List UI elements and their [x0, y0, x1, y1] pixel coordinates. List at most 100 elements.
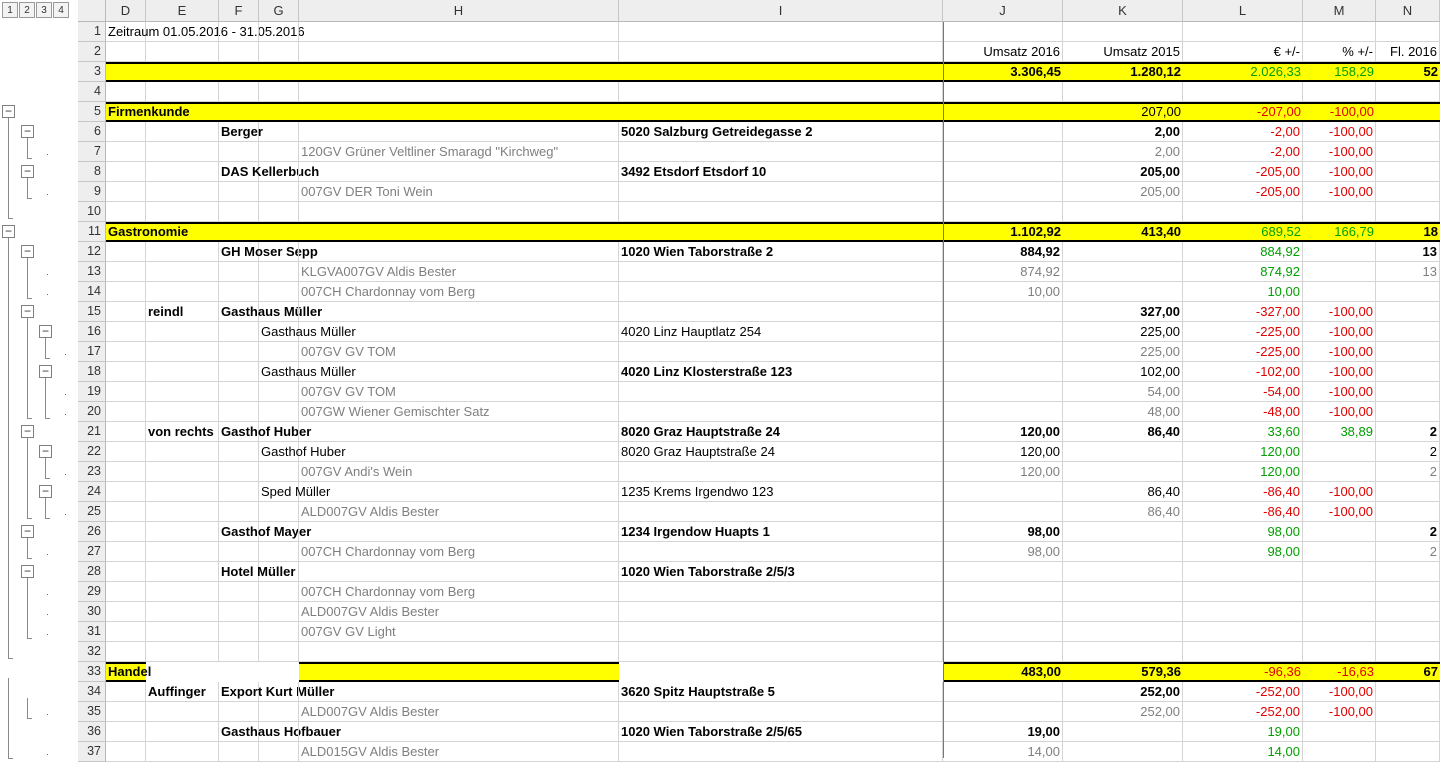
- cell-l2[interactable]: € +/-: [1183, 42, 1303, 62]
- cell-d14[interactable]: [106, 282, 146, 302]
- cell-j20[interactable]: [943, 402, 1063, 422]
- cell-j15[interactable]: [943, 302, 1063, 322]
- cell-d5[interactable]: Firmenkunde: [106, 102, 190, 122]
- cell-h24[interactable]: [299, 482, 619, 502]
- row-header-31[interactable]: 31: [78, 622, 106, 642]
- cell-j32[interactable]: [943, 642, 1063, 662]
- cell-l37[interactable]: 14,00: [1183, 742, 1303, 762]
- cell-f31[interactable]: [219, 622, 259, 642]
- cell-d25[interactable]: [106, 502, 146, 522]
- cell-k37[interactable]: [1063, 742, 1183, 762]
- cell-j33[interactable]: 483,00: [943, 662, 1063, 682]
- cell-j9[interactable]: [943, 182, 1063, 202]
- cell-d15[interactable]: [106, 302, 146, 322]
- cell-d26[interactable]: [106, 522, 146, 542]
- cell-h15[interactable]: [299, 302, 619, 322]
- cell-n20[interactable]: [1376, 402, 1440, 422]
- cell-k6[interactable]: 2,00: [1063, 122, 1183, 142]
- cell-m34[interactable]: -100,00: [1303, 682, 1376, 702]
- column-header-n[interactable]: N: [1376, 0, 1440, 22]
- cell-e20[interactable]: [146, 402, 219, 422]
- cell-e29[interactable]: [146, 582, 219, 602]
- cell-n6[interactable]: [1376, 122, 1440, 142]
- cell-d32[interactable]: [106, 642, 146, 662]
- cell-e23[interactable]: [146, 462, 219, 482]
- column-header-g[interactable]: G: [259, 0, 299, 22]
- row-header-7[interactable]: 7: [78, 142, 106, 162]
- collapse-group-button[interactable]: −: [39, 485, 52, 498]
- row-header-33[interactable]: 33: [78, 662, 106, 682]
- cell-n28[interactable]: [1376, 562, 1440, 582]
- cell-k33[interactable]: 579,36: [1063, 662, 1183, 682]
- cell-m11[interactable]: 166,79: [1303, 222, 1376, 242]
- cell-f20[interactable]: [219, 402, 259, 422]
- collapse-group-button[interactable]: −: [39, 365, 52, 378]
- cell-n27[interactable]: 2: [1376, 542, 1440, 562]
- cell-k20[interactable]: 48,00: [1063, 402, 1183, 422]
- cell-i4[interactable]: [619, 82, 943, 102]
- row-header-37[interactable]: 37: [78, 742, 106, 762]
- cell-d19[interactable]: [106, 382, 146, 402]
- cell-j24[interactable]: [943, 482, 1063, 502]
- cell-n13[interactable]: 13: [1376, 262, 1440, 282]
- cell-f6[interactable]: Berger: [219, 122, 263, 142]
- collapse-group-button[interactable]: −: [39, 325, 52, 338]
- cell-e27[interactable]: [146, 542, 219, 562]
- cell-k18[interactable]: 102,00: [1063, 362, 1183, 382]
- cell-h19[interactable]: 007GV GV TOM: [299, 382, 619, 402]
- cell-d2[interactable]: [106, 42, 146, 62]
- cell-j7[interactable]: [943, 142, 1063, 162]
- cell-h22[interactable]: [299, 442, 619, 462]
- row-header-14[interactable]: 14: [78, 282, 106, 302]
- column-header-m[interactable]: M: [1303, 0, 1376, 22]
- cell-j37[interactable]: 14,00: [943, 742, 1063, 762]
- cell-e19[interactable]: [146, 382, 219, 402]
- cell-f9[interactable]: [219, 182, 259, 202]
- cell-l28[interactable]: [1183, 562, 1303, 582]
- column-header-f[interactable]: F: [219, 0, 259, 22]
- cell-k25[interactable]: 86,40: [1063, 502, 1183, 522]
- cell-h20[interactable]: 007GW Wiener Gemischter Satz: [299, 402, 619, 422]
- column-header-k[interactable]: K: [1063, 0, 1183, 22]
- cell-h34[interactable]: [299, 682, 619, 702]
- cell-d3[interactable]: [106, 62, 146, 82]
- cell-l13[interactable]: 874,92: [1183, 262, 1303, 282]
- cell-j2[interactable]: Umsatz 2016: [943, 42, 1063, 62]
- cell-h10[interactable]: [299, 202, 619, 222]
- cell-m18[interactable]: -100,00: [1303, 362, 1376, 382]
- cell-i14[interactable]: [619, 282, 943, 302]
- cell-m30[interactable]: [1303, 602, 1376, 622]
- cell-f35[interactable]: [219, 702, 259, 722]
- select-all-corner[interactable]: [78, 0, 106, 22]
- cell-m23[interactable]: [1303, 462, 1376, 482]
- cell-j26[interactable]: 98,00: [943, 522, 1063, 542]
- cell-f32[interactable]: [219, 642, 259, 662]
- cell-l15[interactable]: -327,00: [1183, 302, 1303, 322]
- cell-i5[interactable]: [619, 102, 943, 122]
- cell-g24[interactable]: Sped Müller: [259, 482, 330, 502]
- cell-e7[interactable]: [146, 142, 219, 162]
- cell-n24[interactable]: [1376, 482, 1440, 502]
- cell-g23[interactable]: [259, 462, 299, 482]
- cell-i27[interactable]: [619, 542, 943, 562]
- cell-l10[interactable]: [1183, 202, 1303, 222]
- cell-m12[interactable]: [1303, 242, 1376, 262]
- cell-m4[interactable]: [1303, 82, 1376, 102]
- cell-d28[interactable]: [106, 562, 146, 582]
- cell-f34[interactable]: Export Kurt Müller: [219, 682, 334, 702]
- collapse-group-button[interactable]: −: [2, 225, 15, 238]
- cell-i3[interactable]: [619, 62, 943, 82]
- cell-g10[interactable]: [259, 202, 299, 222]
- cell-i2[interactable]: [619, 42, 943, 62]
- collapse-group-button[interactable]: −: [21, 425, 34, 438]
- cell-d33[interactable]: Handel: [106, 662, 151, 682]
- cell-i19[interactable]: [619, 382, 943, 402]
- cell-d37[interactable]: [106, 742, 146, 762]
- cell-l12[interactable]: 884,92: [1183, 242, 1303, 262]
- cell-j6[interactable]: [943, 122, 1063, 142]
- outline-level-1-button[interactable]: 1: [2, 2, 18, 18]
- cell-l18[interactable]: -102,00: [1183, 362, 1303, 382]
- cell-k2[interactable]: Umsatz 2015: [1063, 42, 1183, 62]
- cell-k10[interactable]: [1063, 202, 1183, 222]
- cell-g34[interactable]: [259, 682, 299, 702]
